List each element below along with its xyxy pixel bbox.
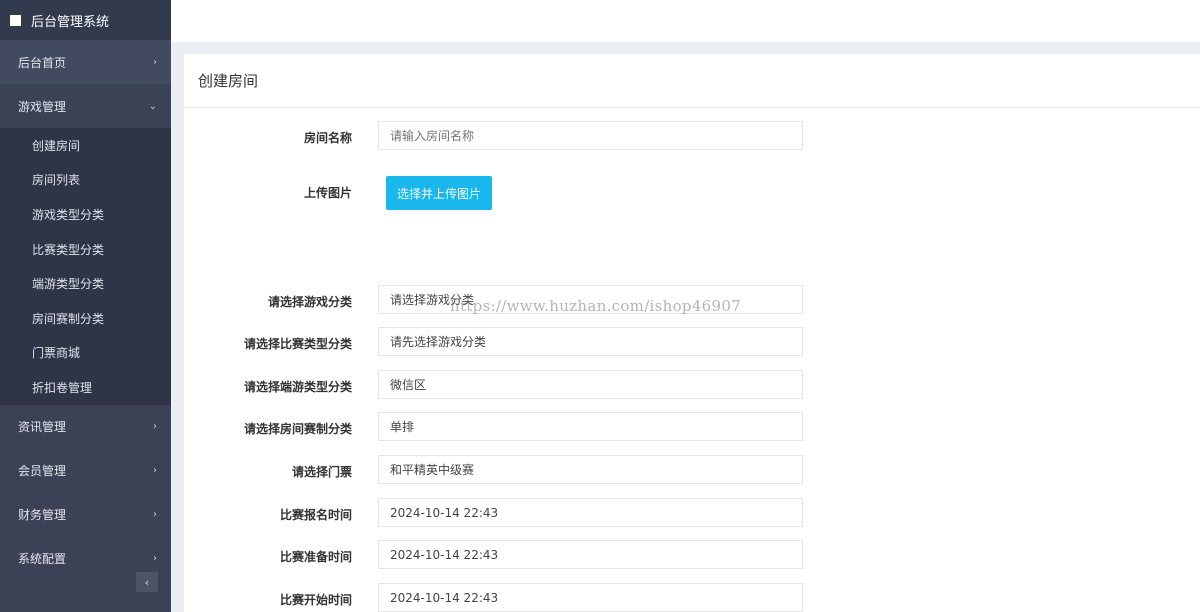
- submenu-item-room-format[interactable]: 房间赛制分类: [0, 301, 171, 336]
- sidebar-item-game-management[interactable]: 游戏管理 ⌄: [0, 84, 171, 128]
- room-name-label: 房间名称: [303, 131, 352, 145]
- submenu-item-match-type[interactable]: 比赛类型分类: [0, 232, 171, 267]
- sidebar: 后台管理系统 后台首页 › 游戏管理 ⌄ 创建房间 房间列表 游戏类型分类 比赛…: [0, 0, 171, 612]
- chevron-right-icon: ›: [153, 421, 157, 433]
- sidebar-item-home[interactable]: 后台首页 ›: [0, 40, 171, 84]
- submenu-item-client-type[interactable]: 端游类型分类: [0, 266, 171, 301]
- ticket-label: 请选择门票: [291, 465, 352, 479]
- brand-title: 后台管理系统: [31, 14, 110, 30]
- watermark-text: https://www.huzhan.com/ishop46907: [450, 297, 742, 315]
- room-name-input[interactable]: [378, 121, 803, 150]
- ticket-select[interactable]: 和平精英中级赛: [378, 455, 803, 484]
- sidebar-item-members[interactable]: 会员管理 ›: [0, 449, 171, 493]
- chevron-down-icon: ⌄: [148, 100, 157, 112]
- sidebar-item-label: 财务管理: [18, 508, 67, 523]
- chevron-right-icon: ›: [153, 56, 157, 68]
- match-type-label: 请选择比赛类型分类: [243, 337, 352, 351]
- chevron-right-icon: ›: [153, 509, 157, 521]
- submenu-item-discount[interactable]: 折扣卷管理: [0, 370, 171, 405]
- game-submenu: 创建房间 房间列表 游戏类型分类 比赛类型分类 端游类型分类 房间赛制分类 门票…: [0, 128, 171, 405]
- upload-label: 上传图片: [303, 186, 352, 200]
- sidebar-item-label: 游戏管理: [18, 99, 67, 114]
- chevron-right-icon: ›: [153, 465, 157, 477]
- sidebar-item-news[interactable]: 资讯管理 ›: [0, 405, 171, 449]
- client-type-label: 请选择端游类型分类: [243, 380, 352, 394]
- submenu-item-create-room[interactable]: 创建房间: [0, 128, 171, 163]
- submenu-item-room-list[interactable]: 房间列表: [0, 163, 171, 198]
- signup-time-label: 比赛报名时间: [279, 508, 352, 522]
- sidebar-item-finance[interactable]: 财务管理 ›: [0, 493, 171, 537]
- sidebar-item-label: 会员管理: [18, 464, 67, 479]
- room-format-select[interactable]: 单排: [378, 412, 803, 441]
- signup-time-input[interactable]: 2024-10-14 22:43: [378, 498, 803, 527]
- create-room-panel: 创建房间 房间名称 上传图片 选择并上传图片 请选择游戏分类 请选择游戏分类 请…: [184, 54, 1200, 612]
- brand[interactable]: 后台管理系统: [0, 0, 171, 40]
- room-format-label: 请选择房间赛制分类: [243, 422, 352, 436]
- game-category-label: 请选择游戏分类: [267, 295, 352, 309]
- upload-image-button[interactable]: 选择并上传图片: [386, 176, 492, 210]
- submenu-item-game-type[interactable]: 游戏类型分类: [0, 197, 171, 232]
- prepare-time-label: 比赛准备时间: [279, 550, 352, 564]
- page-title: 创建房间: [184, 54, 1200, 108]
- prepare-time-input[interactable]: 2024-10-14 22:43: [378, 540, 803, 569]
- top-bar: [171, 0, 1200, 42]
- start-time-input[interactable]: 2024-10-14 22:43: [378, 583, 803, 612]
- submenu-item-ticket-store[interactable]: 门票商城: [0, 336, 171, 371]
- client-type-select[interactable]: 微信区: [378, 370, 803, 399]
- chevron-right-icon: ›: [153, 553, 157, 565]
- collapse-sidebar-button[interactable]: ‹: [136, 572, 158, 592]
- start-time-label: 比赛开始时间: [279, 593, 352, 607]
- sidebar-item-label: 系统配置: [18, 552, 67, 567]
- sidebar-item-label: 资讯管理: [18, 420, 67, 435]
- match-type-select[interactable]: 请先选择游戏分类: [378, 327, 803, 356]
- logo-square-icon: [10, 14, 21, 26]
- sidebar-item-label: 后台首页: [18, 55, 67, 70]
